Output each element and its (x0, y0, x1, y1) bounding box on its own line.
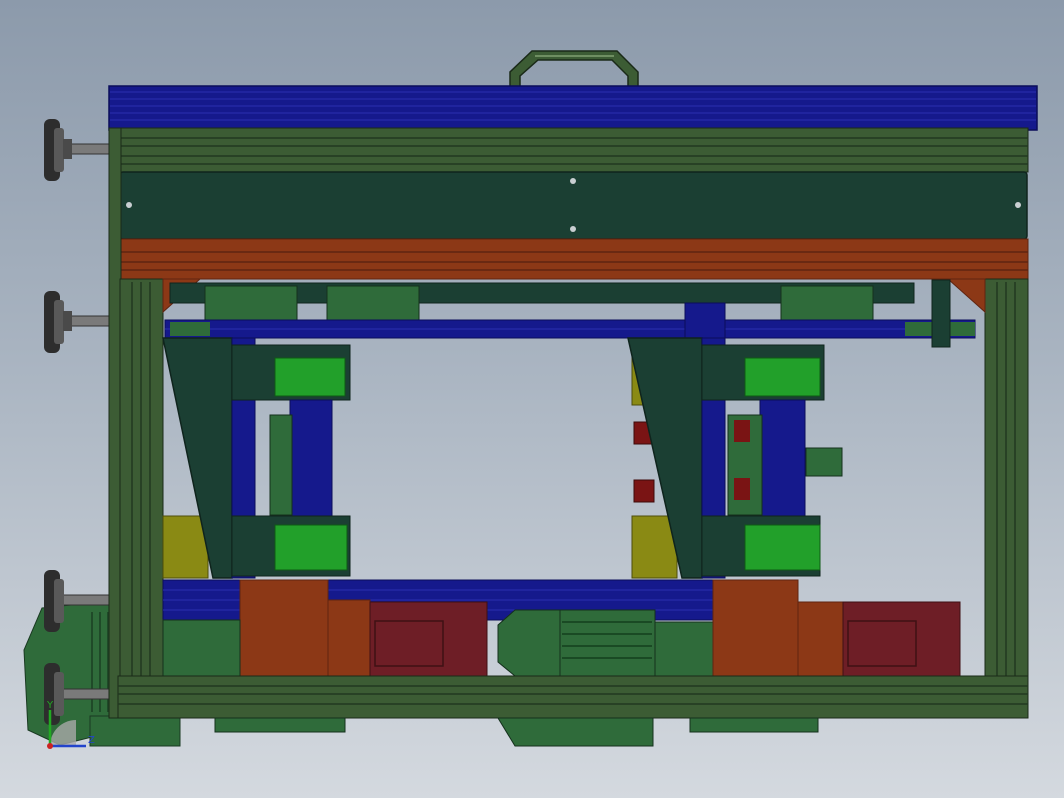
right-frame-post (984, 278, 1029, 680)
upper-linear-guide (169, 282, 915, 323)
right-clamp-unit (627, 337, 843, 579)
bottom-frame-beam (117, 675, 1029, 719)
cover-plate (119, 171, 1028, 240)
gusset-right (946, 278, 986, 314)
cad-viewport[interactable]: Y Z (0, 0, 1064, 798)
left-clamp-unit (162, 337, 351, 579)
top-blue-rail (108, 85, 1038, 131)
rust-beam (119, 238, 1029, 280)
carry-handle (509, 50, 639, 88)
wheel-mid-left (44, 291, 119, 353)
triad-y-label: Y (46, 700, 54, 711)
machine-assembly-model: Y Z (23, 50, 1038, 749)
wheel-top-left (44, 119, 111, 181)
right-gearbox (712, 579, 961, 677)
underside-fittings (214, 717, 819, 747)
upper-frame-beam (108, 127, 1029, 173)
triad-z-label: Z (88, 735, 95, 746)
